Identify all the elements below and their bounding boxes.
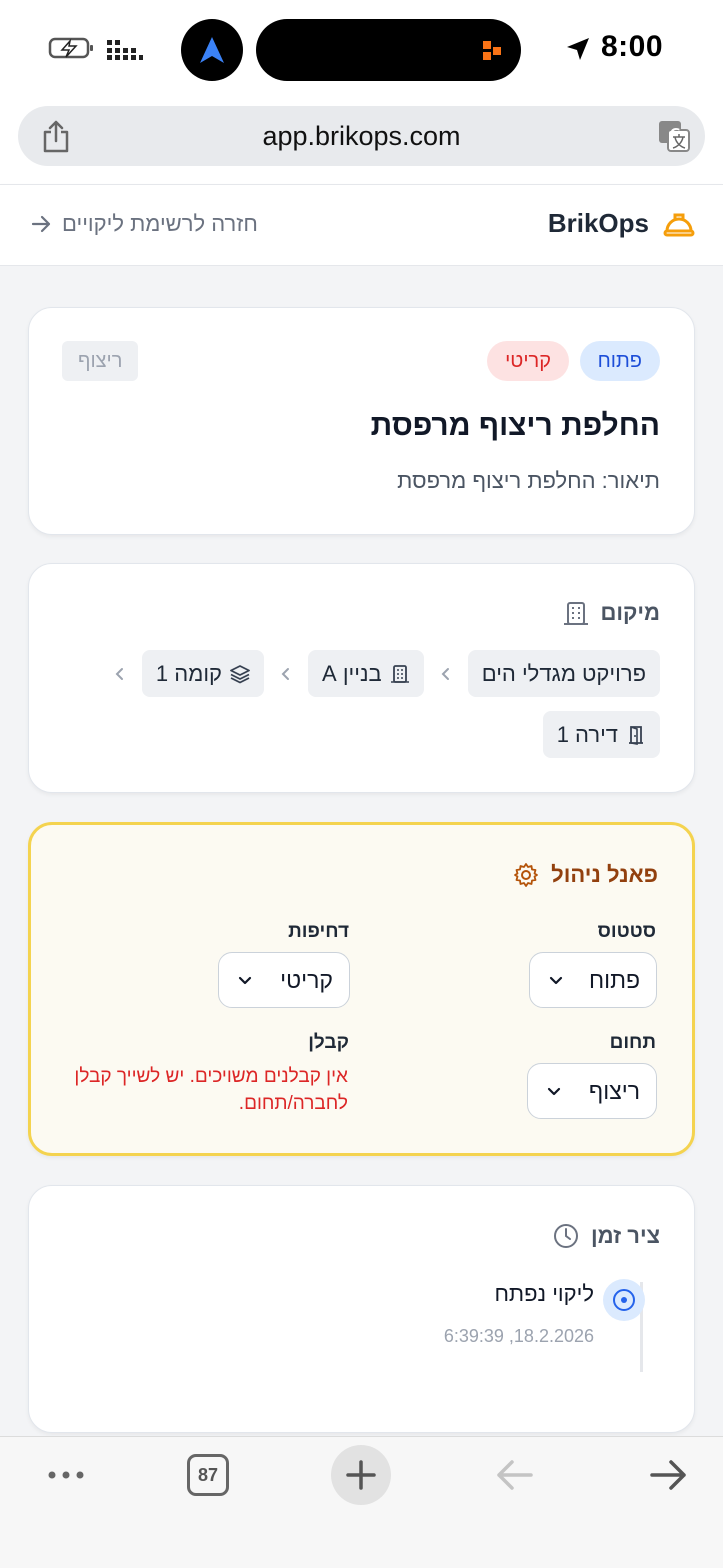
dynamic-island: [256, 19, 521, 81]
location-card: מיקום פרויקט מגדלי הים בניין A קומה 1 די…: [28, 563, 695, 793]
more-icon[interactable]: [46, 1465, 86, 1485]
location-heading-text: מיקום: [600, 600, 660, 625]
domain-select-value: ריצוף: [588, 1077, 640, 1104]
forward-arrow-icon[interactable]: [648, 1457, 688, 1493]
gear-icon: [514, 863, 539, 887]
priority-select[interactable]: קריטי: [218, 952, 350, 1008]
status-bar: 8:00: [0, 0, 723, 98]
hard-hat-icon: [663, 213, 695, 237]
location-chip-floor[interactable]: קומה 1: [141, 650, 265, 697]
location-chip-label: בניין A: [322, 660, 382, 686]
chevron-left-icon: [115, 667, 123, 680]
domain-select[interactable]: ריצוף: [527, 1063, 657, 1119]
app-header: BrikOps חזרה לרשימת ליקויים: [0, 184, 723, 266]
location-chip-project[interactable]: פרויקט מגדלי הים: [467, 650, 660, 697]
admin-panel-card: פאנל ניהול סטטוס פתוח דחיפות קריטי תחום …: [28, 822, 695, 1156]
browser-toolbar: 87: [0, 1436, 723, 1568]
battery-charging-icon: [48, 37, 93, 59]
chevron-left-icon: [441, 667, 449, 680]
contractor-label: קבלן: [308, 1032, 349, 1053]
issue-summary-card: פתוח קריטי ריצוף החלפת ריצוף מרפסת תיאור…: [28, 307, 695, 535]
location-heading: מיקום: [563, 600, 660, 626]
plus-icon: [346, 1460, 376, 1490]
location-chip-label: דירה 1: [556, 721, 618, 747]
back-link-label: חזרה לרשימת ליקויים: [62, 211, 258, 236]
brand-name: BrikOps: [547, 207, 649, 238]
timeline-heading-text: ציר זמן: [590, 1223, 660, 1248]
priority-label: דחיפות: [288, 921, 349, 942]
chevron-down-icon: [547, 1087, 561, 1096]
tabs-button[interactable]: 87: [187, 1454, 229, 1496]
location-chip-label: פרויקט מגדלי הים: [481, 660, 646, 686]
page-content: פתוח קריטי ריצוף החלפת ריצוף מרפסת תיאור…: [0, 266, 723, 1436]
issue-title: החלפת ריצוף מרפסת: [370, 409, 660, 442]
chevron-down-icon: [238, 976, 252, 985]
location-chip-label: קומה 1: [155, 660, 223, 686]
admin-panel-heading: פאנל ניהול: [513, 862, 658, 888]
priority-select-value: קריטי: [280, 966, 333, 993]
location-chip-building[interactable]: בניין A: [308, 650, 424, 697]
address-bar[interactable]: app.brikops.com G: [18, 106, 705, 166]
signal-icon: [107, 40, 143, 60]
timeline-event-time: 18.2.2026, 6:39:39: [443, 1326, 594, 1346]
chevron-left-icon: [281, 667, 290, 680]
activity-icon: [483, 41, 501, 60]
domain-label: תחום: [609, 1032, 656, 1053]
clock-icon: [553, 1224, 578, 1248]
arrow-right-icon: [31, 215, 51, 233]
back-arrow-icon[interactable]: [495, 1457, 535, 1493]
location-chip-apartment[interactable]: דירה 1: [542, 711, 660, 758]
timeline-heading: ציר זמן: [553, 1223, 660, 1249]
status-select-value: פתוח: [588, 966, 640, 993]
timeline-event-title: ליקוי נפתח: [494, 1281, 594, 1306]
target-icon: [613, 1289, 635, 1311]
back-to-list-link[interactable]: חזרה לרשימת ליקויים: [30, 211, 258, 237]
admin-panel-heading-text: פאנל ניהול: [551, 862, 658, 887]
location-breadcrumb-row2: דירה 1: [542, 711, 660, 758]
brand[interactable]: BrikOps: [548, 207, 695, 239]
location-arrow-icon: [567, 38, 589, 60]
timeline-dot: [603, 1279, 645, 1321]
door-icon: [629, 725, 643, 745]
navigation-app-icon: [181, 19, 243, 81]
chevron-down-icon: [549, 976, 563, 985]
clock: 8:00: [600, 30, 663, 63]
timeline-card: ציר זמן ליקוי נפתח 18.2.2026, 6:39:39: [28, 1185, 695, 1433]
status-select[interactable]: פתוח: [529, 952, 657, 1008]
issue-description: תיאור: החלפת ריצוף מרפסת: [397, 468, 660, 493]
status-label: סטטוס: [597, 921, 656, 942]
new-tab-button[interactable]: [331, 1445, 391, 1505]
layers-icon: [230, 664, 250, 683]
category-badge: ריצוף: [62, 341, 139, 381]
status-badge: פתוח: [579, 341, 660, 381]
translate-icon[interactable]: G: [657, 119, 691, 153]
location-breadcrumb: פרויקט מגדלי הים בניין A קומה 1: [112, 650, 660, 697]
building-icon: [390, 664, 409, 683]
building-icon: [563, 602, 588, 625]
severity-badge: קריטי: [487, 341, 569, 381]
url-text[interactable]: app.brikops.com: [18, 121, 705, 152]
contractor-error: אין קבלנים משויכים. יש לשייך קבלן לחברה/…: [74, 1066, 348, 1114]
